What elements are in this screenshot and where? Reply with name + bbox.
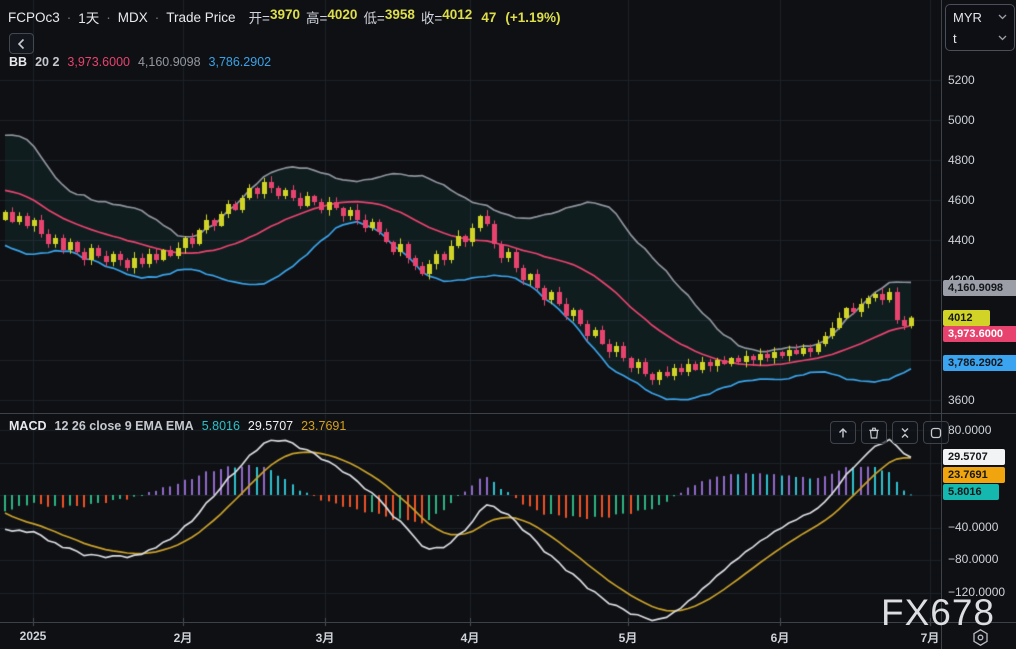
unit-dropdown[interactable]: t [953, 29, 1007, 47]
ohlc-value: 4020 [327, 7, 358, 22]
symbol-name[interactable]: FCPOc3 [8, 10, 60, 25]
macd-tick-label: 80.0000 [948, 423, 992, 437]
ohlc-label: 收= [420, 11, 443, 26]
ohlc-readout: 开= 3970 高= 4020 低= 3958 收= 4012 [249, 7, 473, 27]
chevron-down-icon [998, 14, 1007, 20]
ohlc-value: 3958 [384, 7, 415, 22]
macd-legend-row: MACD 12 26 close 9 EMA EMA 5.8016 29.570… [9, 419, 346, 433]
price-current-label: 3,786.2902 [943, 355, 1016, 371]
macd-current-label: 23.7691 [943, 467, 1005, 483]
time-axis-label: 4月 [460, 631, 480, 645]
macd-current-label: 29.5707 [943, 449, 1005, 465]
macd-params: 12 26 close 9 EMA EMA [54, 419, 194, 433]
axis-settings-button[interactable] [971, 628, 990, 649]
time-axis-label: 5月 [618, 631, 638, 645]
time-axis-label: 7月 [920, 631, 940, 645]
collapse-pane-button[interactable] [892, 421, 918, 444]
collapse-arrows-icon [901, 427, 909, 438]
title-separator: · [66, 9, 72, 25]
price-current-label: 4012 [943, 310, 990, 326]
bb-legend-row: BB 20 2 3,973.6000 4,160.9098 3,786.2902 [9, 55, 271, 69]
ohlc-item: 低= 3958 [363, 7, 414, 27]
title-separator: · [154, 9, 160, 25]
move-pane-up-button[interactable] [830, 421, 856, 444]
chevron-down-icon [998, 35, 1007, 41]
chevron-left-icon [17, 38, 24, 49]
change-percent: (+1.19%) [505, 9, 561, 25]
chart-canvas[interactable] [0, 0, 1016, 649]
exchange-label[interactable]: MDX [118, 10, 148, 25]
bb-lower-value: 3,786.2902 [208, 55, 272, 69]
ohlc-label: 低= [363, 11, 385, 26]
ohlc-item: 收= 4012 [421, 7, 472, 27]
interval-label[interactable]: 1天 [78, 7, 99, 27]
pane-separator[interactable] [0, 413, 1016, 414]
macd-indicator-name[interactable]: MACD [9, 419, 47, 433]
delete-pane-button[interactable] [861, 421, 887, 444]
ohlc-item: 开= 3970 [249, 7, 300, 27]
trash-icon [869, 427, 879, 439]
ohlc-value: 4012 [442, 7, 473, 22]
back-button[interactable] [9, 33, 34, 54]
time-axis-label: 3月 [315, 631, 335, 645]
right-axis[interactable]: MYR t 520050004800460044004200360080.000… [942, 0, 1016, 649]
price-tick-label: 4800 [948, 153, 975, 167]
price-current-label: 4,160.9098 [943, 280, 1016, 296]
ohlc-value: 3970 [269, 7, 300, 22]
maximize-pane-button[interactable] [923, 421, 949, 444]
unit-value: t [953, 30, 957, 46]
macd-current-label: 5.8016 [943, 484, 999, 500]
ohlc-item: 高= 4020 [306, 7, 357, 27]
price-current-label: 3,973.6000 [943, 326, 1016, 342]
macd-signal-value: 23.7691 [301, 419, 347, 433]
macd-pane-toolbar [830, 421, 949, 444]
ohlc-label: 开= [248, 11, 270, 26]
trading-chart-app: FCPOc3 · 1天 · MDX · Trade Price 开= 3970 高=… [0, 0, 1016, 649]
macd-tick-label: −120.0000 [948, 585, 1006, 599]
ohlc-label: 高= [306, 11, 328, 26]
bb-mid-value: 3,973.6000 [67, 55, 130, 69]
price-tick-label: 4600 [948, 193, 975, 207]
price-tick-label: 5200 [948, 73, 975, 87]
bb-params: 20 2 [35, 55, 60, 69]
macd-line-value: 29.5707 [247, 419, 294, 433]
price-tick-label: 3600 [948, 393, 975, 407]
gear-icon [973, 629, 988, 646]
bb-indicator-name[interactable]: BB [9, 55, 27, 69]
bb-upper-value: 4,160.9098 [137, 55, 201, 69]
macd-hist-value: 5.8016 [201, 419, 240, 433]
time-axis[interactable]: 2025 2月 3月 4月 5月 6月 7月 [0, 623, 1016, 649]
time-axis-label: 2025 [19, 629, 47, 643]
time-axis-label: 2月 [173, 631, 193, 645]
time-axis-label: 6月 [770, 631, 790, 645]
macd-tick-label: −40.0000 [948, 520, 999, 534]
macd-tick-label: −80.0000 [948, 552, 999, 566]
arrow-up-icon [839, 427, 847, 437]
price-type-label: Trade Price [166, 9, 236, 25]
currency-unit-panel: MYR t [945, 4, 1015, 51]
change-value: 47 [481, 9, 497, 25]
price-tick-label: 4400 [948, 233, 975, 247]
maximize-icon [930, 427, 942, 438]
symbol-title-row: FCPOc3 · 1天 · MDX · Trade Price 开= 3970 高=… [8, 7, 561, 27]
currency-value: MYR [953, 9, 982, 25]
currency-dropdown[interactable]: MYR [953, 8, 1007, 26]
price-tick-label: 5000 [948, 113, 975, 127]
title-separator: · [106, 9, 111, 25]
